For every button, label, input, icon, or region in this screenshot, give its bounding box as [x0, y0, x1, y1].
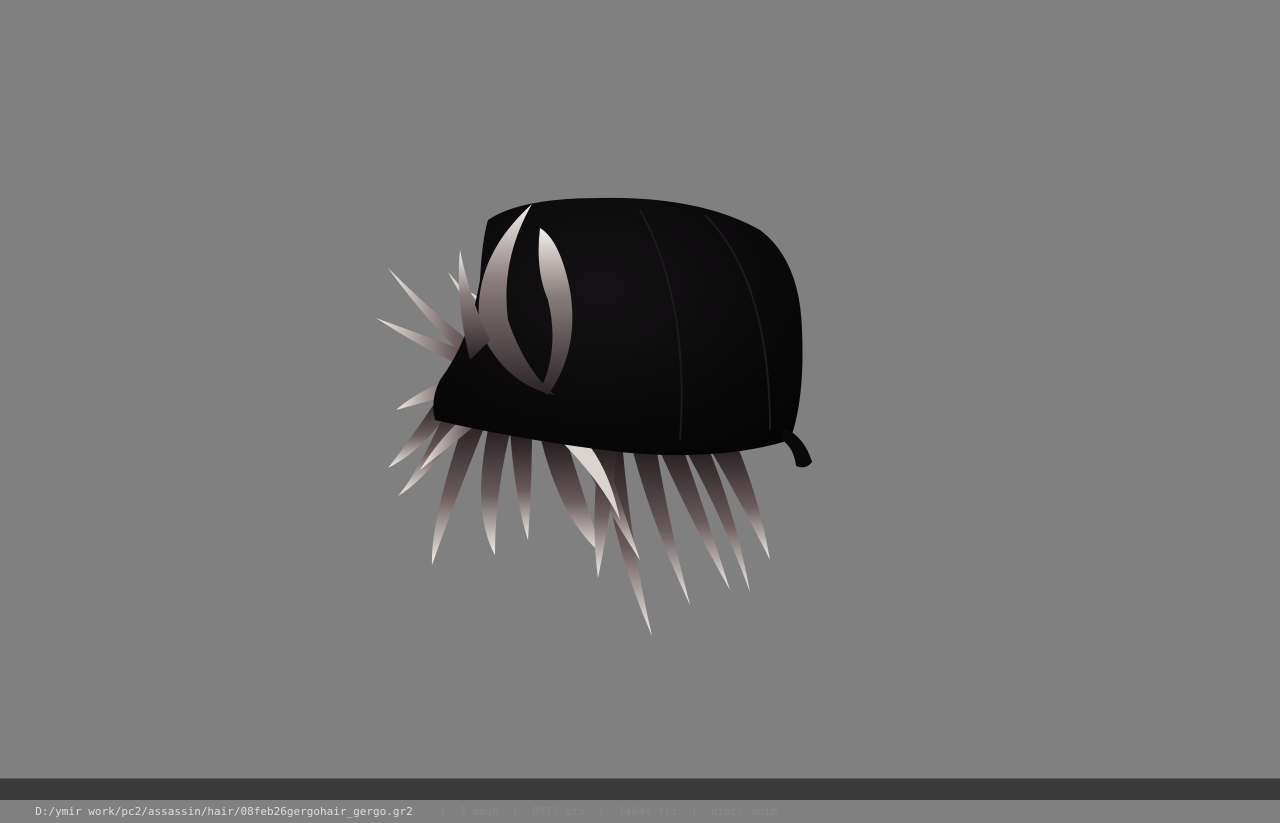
hair-cap-model: [376, 197, 812, 636]
separator: |: [439, 805, 446, 818]
file-path: D:/ymir work/pc2/assassin/hair/08feb26ge…: [35, 805, 413, 818]
anim-status: nincs anim: [710, 805, 778, 818]
mesh-count: 3 mesh: [459, 805, 499, 818]
triangle-count: 14644 tri: [618, 805, 678, 818]
status-bar: D:/ymir work/pc2/assassin/hair/08feb26ge…: [0, 778, 1280, 818]
separator: |: [690, 805, 698, 818]
separator: |: [512, 805, 519, 818]
vertex-count: 8973 vtx: [532, 805, 585, 818]
separator: |: [598, 805, 605, 818]
3d-viewport[interactable]: [0, 0, 1280, 778]
